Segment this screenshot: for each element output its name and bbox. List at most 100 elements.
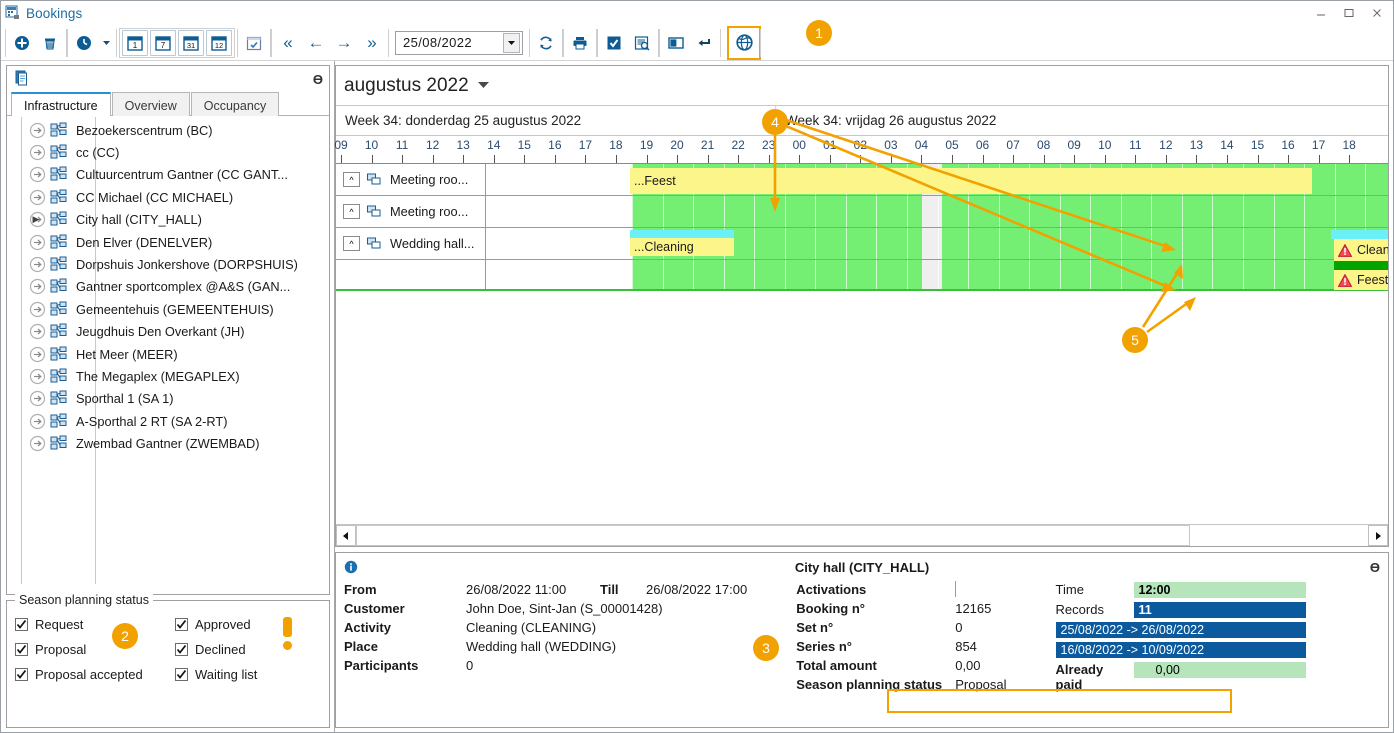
season-status-checkbox-row[interactable]: Request [15,617,175,632]
tree-item[interactable]: cc (CC) [7,141,329,163]
month-dropdown-icon[interactable] [477,79,490,93]
date-input[interactable]: 25/08/2022 [395,31,523,55]
close-button[interactable] [1363,2,1391,24]
date-dropdown-icon[interactable] [503,33,520,53]
checkbox[interactable] [175,668,188,681]
tab-infrastructure[interactable]: Infrastructure [11,92,111,116]
goto-icon[interactable] [29,301,46,318]
clock-dropdown-arrow-icon[interactable] [99,30,113,56]
booking-block-feest-day1[interactable]: ...Feest [630,168,1312,194]
booking-block-cleaning-day1[interactable]: ...Cleaning [630,238,734,256]
row-lane[interactable] [486,196,1388,227]
tree-item[interactable]: Het Meer (MEER) [7,343,329,365]
goto-icon[interactable] [29,346,46,363]
report-preview-button[interactable] [629,30,655,56]
goto-icon[interactable] [29,189,46,206]
goto-icon[interactable] [29,323,46,340]
season-status-checkbox-row[interactable]: Declined [175,642,321,657]
checkbox[interactable] [15,643,28,656]
return-button[interactable] [691,30,717,56]
checkbox[interactable] [15,618,28,631]
view-day-button[interactable]: 1 [122,30,148,56]
tree-item[interactable]: Jeugdhuis Den Overkant (JH) [7,321,329,343]
goto-icon[interactable] [29,435,46,452]
free-time-block[interactable] [632,196,922,227]
goto-icon[interactable] [29,278,46,295]
confirm-button[interactable] [601,30,627,56]
document-icon [13,69,31,90]
tree-item[interactable]: Bezoekerscentrum (BC) [7,119,329,141]
view-week-button[interactable]: 7 [150,30,176,56]
collapse-button[interactable]: ^ [343,204,360,219]
season-status-checkbox-row[interactable]: Waiting list [175,667,321,682]
goto-icon[interactable] [29,144,46,161]
row-lane[interactable]: ...Cleaning Cleaning [486,228,1388,259]
activations-checkbox[interactable] [955,581,956,597]
tree-item[interactable]: A-Sporthal 2 RT (SA 2-RT) [7,410,329,432]
goto-icon[interactable] [29,122,46,139]
goto-icon[interactable] [29,368,46,385]
tree-item[interactable]: Dorpshuis Jonkershove (DORPSHUIS) [7,253,329,275]
checkbox[interactable] [175,618,188,631]
scrollbar-thumb[interactable] [356,525,1190,546]
season-status-checkbox-row[interactable]: Proposal [15,642,175,657]
view-month-button[interactable]: 31 [178,30,204,56]
free-time-block[interactable] [632,260,922,289]
goto-icon[interactable] [29,256,46,273]
goto-icon[interactable] [29,166,46,183]
maximize-button[interactable] [1335,2,1363,24]
collapse-button[interactable]: ^ [343,172,360,187]
checkbox[interactable] [15,668,28,681]
season-status-checkbox-row[interactable]: Proposal accepted [15,667,175,682]
detail-pin-icon[interactable]: Ө [1370,560,1380,575]
tree-item[interactable]: CC Michael (CC MICHAEL) [7,186,329,208]
tree-item[interactable]: Sporthal 1 (SA 1) [7,388,329,410]
layout-button[interactable] [663,30,689,56]
minimize-button[interactable] [1307,2,1335,24]
tree-item[interactable]: ▶City hall (CITY_HALL) [7,209,329,231]
tree-item[interactable]: Cultuurcentrum Gantner (CC GANT... [7,164,329,186]
window-body: Ө Infrastructure Overview Occupancy Bezo… [1,61,1393,732]
booking-block-cleaning-day2[interactable]: Cleaning [1334,239,1388,261]
row-lane[interactable]: Feest [486,260,1388,289]
refresh-button[interactable] [533,30,559,56]
free-time-block[interactable] [942,260,1388,289]
tree-item[interactable]: Gantner sportcomplex @A&S (GAN... [7,276,329,298]
delete-booking-button[interactable] [37,30,63,56]
scrollbar-track[interactable] [356,525,1368,546]
collapse-button[interactable]: ^ [343,236,360,251]
season-status-checkbox-row[interactable]: Approved [175,617,321,632]
goto-icon[interactable] [29,413,46,430]
booking-strip-cleaning-day1[interactable] [630,230,734,238]
view-year-button[interactable]: 12 [206,30,232,56]
tab-occupancy[interactable]: Occupancy [191,92,280,116]
tree-item[interactable]: Den Elver (DENELVER) [7,231,329,253]
tab-overview[interactable]: Overview [112,92,190,116]
nav-prev-button[interactable]: ← [302,30,330,56]
tree-item[interactable]: Gemeentehuis (GEMEENTEHUIS) [7,298,329,320]
checkbox[interactable] [175,643,188,656]
panel-pin-icon[interactable]: Ө [313,72,323,87]
free-time-block[interactable] [942,228,1388,259]
tree-item[interactable]: Zwembad Gantner (ZWEMBAD) [7,432,329,454]
goto-icon[interactable] [29,390,46,407]
nav-first-button[interactable]: « [274,30,302,56]
horizontal-scrollbar[interactable] [336,524,1388,546]
add-booking-button[interactable] [9,30,35,56]
season-planning-button[interactable] [731,30,757,56]
nav-next-button[interactable]: → [330,30,358,56]
clock-button[interactable] [71,30,97,56]
print-button[interactable] [567,30,593,56]
booking-block-feest-day2[interactable]: Feest [1334,270,1388,290]
nav-last-button[interactable]: » [358,30,386,56]
booking-strip-cleaning-day2[interactable] [1331,230,1388,239]
view-planner-button[interactable] [241,30,267,56]
row-lane[interactable]: ...Feest [486,164,1388,195]
tree-item[interactable]: The Megaplex (MEGAPLEX) [7,365,329,387]
booking-strip-feest-day2[interactable] [1334,260,1388,270]
scroll-right-button[interactable] [1368,525,1388,546]
expander-icon[interactable]: ▶ [31,214,41,225]
free-time-block[interactable] [942,196,1388,227]
goto-icon[interactable] [29,234,46,251]
scroll-left-button[interactable] [336,525,356,546]
